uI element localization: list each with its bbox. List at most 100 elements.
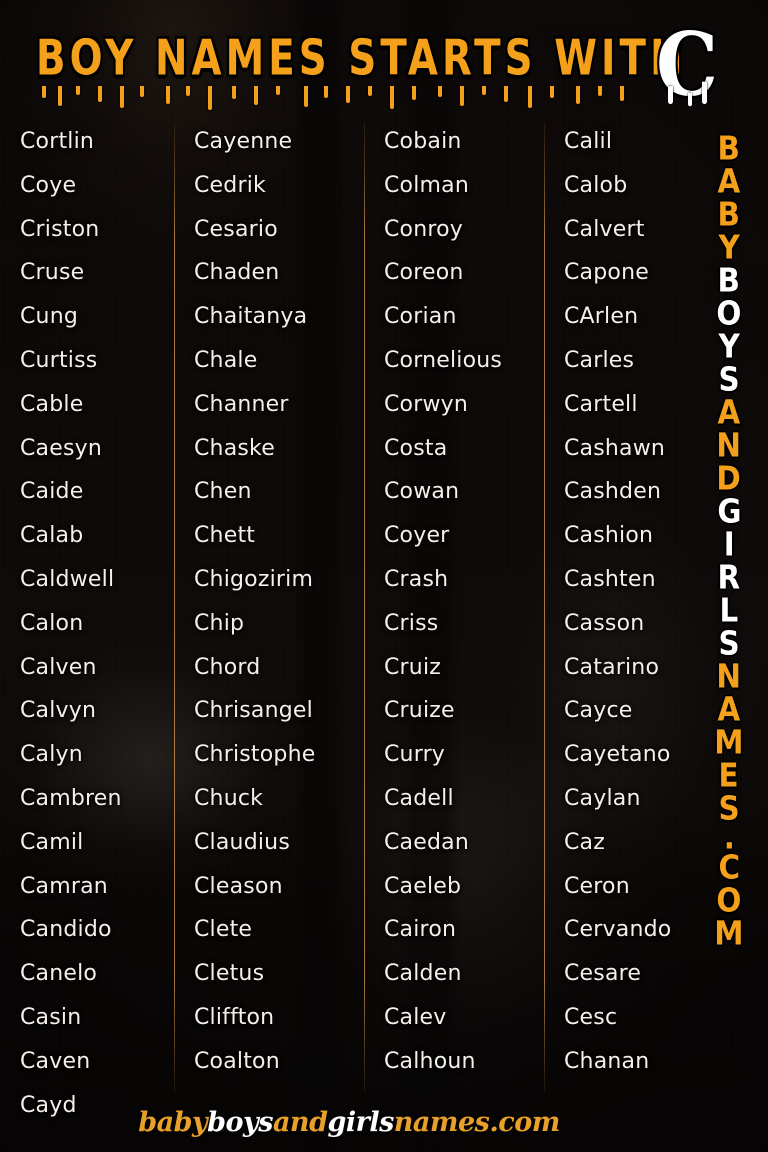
- letter-badge: C: [655, 14, 719, 117]
- name-item: Caedan: [384, 829, 469, 855]
- name-item: Criss: [384, 610, 439, 636]
- name-grid: Cortlin Coye Criston Cruse Cung Curtiss Cable C…: [0, 118, 690, 1118]
- name-item: Candido: [20, 917, 112, 943]
- name-item: Camran: [20, 873, 108, 899]
- badge-paint-drip: [668, 86, 673, 105]
- paint-drip: [460, 86, 464, 106]
- name-item: Camil: [20, 829, 84, 855]
- paint-drip: [324, 86, 328, 98]
- name-item: Cornelious: [384, 347, 503, 373]
- name-item: Canelo: [20, 961, 98, 987]
- name-column-2: Cayenne Cedrik Cesario Chaden Chaitanya Chale…: [174, 118, 364, 1127]
- name-item: Curtiss: [20, 347, 98, 373]
- name-item: Coreon: [384, 260, 464, 286]
- site-watermark: babyboysandgirlsnames.com: [138, 1107, 560, 1138]
- name-item: Calven: [20, 654, 97, 680]
- name-item: Casin: [20, 1004, 82, 1030]
- name-item: Cayce: [564, 698, 633, 724]
- name-item: Cleason: [194, 873, 283, 899]
- paint-drip: [120, 86, 124, 108]
- vertical-brand-char: M: [714, 914, 744, 953]
- name-item: Coyer: [384, 523, 450, 549]
- name-item: Chale: [194, 347, 258, 373]
- name-item: Cruiz: [384, 654, 442, 680]
- name-item: Coye: [20, 172, 77, 198]
- paint-drip: [304, 86, 308, 107]
- name-item: Cesc: [564, 1004, 618, 1030]
- paint-drip: [620, 86, 624, 101]
- name-item: Channer: [194, 391, 289, 417]
- paint-drip: [528, 86, 532, 108]
- vertical-brand-strip: BABYBOYSANDGIRLSNAMES.COM: [690, 118, 768, 1068]
- page-title: BOY NAMES STARTS WITH: [36, 29, 687, 86]
- name-item: Calob: [564, 172, 628, 198]
- name-item: Caesyn: [20, 435, 103, 461]
- name-item: Chaske: [194, 435, 275, 461]
- name-item: Costa: [384, 435, 448, 461]
- watermark-segment: girls: [327, 1107, 394, 1138]
- name-item: Calon: [20, 610, 84, 636]
- name-item: Cashion: [564, 523, 654, 549]
- paint-drip: [58, 86, 62, 106]
- name-item: Cambren: [20, 785, 122, 811]
- name-item: Cervando: [564, 917, 672, 943]
- paint-drip: [482, 86, 486, 95]
- name-item: Criston: [20, 216, 100, 242]
- name-item: Chrisangel: [194, 698, 313, 724]
- name-column-1: Cortlin Coye Criston Cruse Cung Curtiss Cable C…: [0, 118, 174, 1127]
- name-item: Cayenne: [194, 129, 293, 154]
- name-item: Chaitanya: [194, 304, 308, 330]
- name-item: Calyn: [20, 742, 83, 768]
- name-item: Cortlin: [20, 129, 95, 154]
- paint-drip: [504, 86, 508, 102]
- name-item: Corwyn: [384, 391, 469, 417]
- name-column-4: Calil Calob Calvert Capone CArlen Carles Carte…: [544, 118, 690, 1127]
- name-item: Cayetano: [564, 742, 671, 768]
- name-item: Caylan: [564, 785, 641, 811]
- name-item: Christophe: [194, 742, 316, 768]
- name-item: Caz: [564, 829, 605, 855]
- name-item: Ceron: [564, 873, 630, 899]
- name-item: Calden: [384, 961, 462, 987]
- name-item: Conroy: [384, 216, 464, 242]
- name-item: Cowan: [384, 479, 460, 505]
- watermark-segment: names.com: [393, 1107, 561, 1138]
- name-item: Cashawn: [564, 435, 666, 461]
- name-item: Calil: [564, 129, 613, 154]
- name-item: CArlen: [564, 304, 639, 330]
- name-item: Colman: [384, 172, 469, 198]
- name-item: Chip: [194, 610, 245, 636]
- name-item: Corian: [384, 304, 457, 330]
- name-item: Cairon: [384, 917, 457, 943]
- paint-drip: [42, 86, 46, 98]
- name-item: Curry: [384, 742, 446, 768]
- name-item: Cesario: [194, 216, 278, 242]
- paint-drip: [254, 86, 258, 105]
- name-item: Chigozirim: [194, 566, 314, 592]
- name-column-3: Cobain Colman Conroy Coreon Corian Cornelious…: [364, 118, 544, 1127]
- name-item: Capone: [564, 260, 649, 286]
- name-item: Carles: [564, 347, 635, 373]
- name-item: Cartell: [564, 391, 638, 417]
- name-item: Coalton: [194, 1048, 280, 1074]
- name-item: Caeleb: [384, 873, 462, 899]
- paint-drip: [368, 86, 372, 96]
- name-item: Chett: [194, 523, 256, 549]
- name-item: Chen: [194, 479, 252, 505]
- watermark-segment: boys: [207, 1107, 273, 1138]
- paint-drip: [412, 86, 416, 100]
- name-item: Clete: [194, 917, 253, 943]
- name-item: Chaden: [194, 260, 280, 286]
- name-item: Caldwell: [20, 566, 115, 592]
- paint-drip: [140, 86, 144, 97]
- name-item: Chuck: [194, 785, 264, 811]
- name-item: Cletus: [194, 961, 265, 987]
- name-item: Claudius: [194, 829, 290, 855]
- name-item: Cliffton: [194, 1004, 275, 1030]
- name-item: Calvert: [564, 216, 645, 242]
- paint-drip: [390, 86, 394, 109]
- name-item: Caide: [20, 479, 84, 505]
- badge-paint-drip: [688, 92, 692, 107]
- paint-drip: [550, 86, 554, 98]
- paint-drip: [76, 86, 80, 95]
